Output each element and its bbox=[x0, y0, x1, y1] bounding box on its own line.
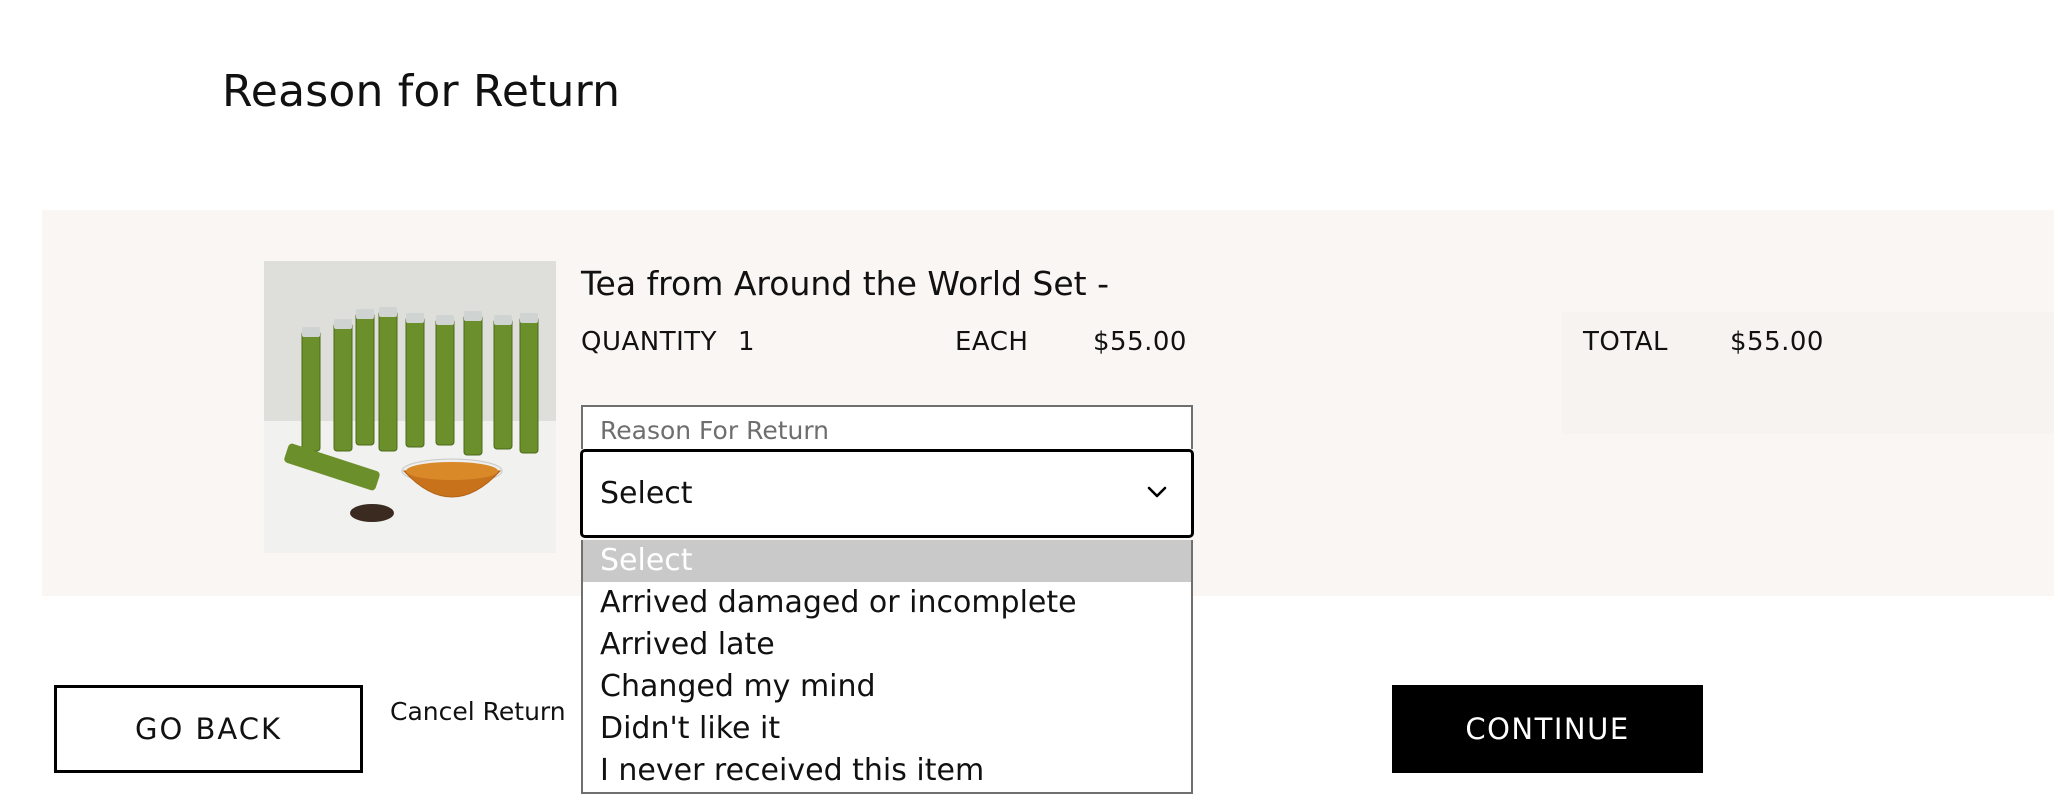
go-back-button[interactable]: GO BACK bbox=[54, 685, 363, 773]
reason-option-arrived-late[interactable]: Arrived late bbox=[583, 624, 1191, 666]
product-image bbox=[264, 261, 556, 553]
total-price: $55.00 bbox=[1730, 327, 1824, 357]
page-title: Reason for Return bbox=[222, 66, 621, 117]
reason-dropdown-list: Select Arrived damaged or incomplete Arr… bbox=[581, 540, 1193, 794]
reason-select-label-box: Reason For Return bbox=[581, 405, 1193, 449]
each-price: $55.00 bbox=[1093, 327, 1187, 357]
each-label: EACH bbox=[955, 327, 1029, 357]
chevron-down-icon bbox=[1147, 486, 1167, 498]
reason-option-select[interactable]: Select bbox=[583, 540, 1191, 582]
product-name: Tea from Around the World Set - bbox=[581, 264, 1110, 303]
reason-select-label: Reason For Return bbox=[600, 416, 830, 445]
reason-option-never-received[interactable]: I never received this item bbox=[583, 750, 1191, 792]
reason-option-arrived-damaged[interactable]: Arrived damaged or incomplete bbox=[583, 582, 1191, 624]
continue-button[interactable]: CONTINUE bbox=[1392, 685, 1703, 773]
total-label: TOTAL bbox=[1583, 327, 1668, 357]
reason-option-didnt-like[interactable]: Didn't like it bbox=[583, 708, 1191, 750]
quantity-label: QUANTITY bbox=[581, 327, 718, 357]
reason-select-value: Select bbox=[600, 476, 693, 511]
quantity-value: 1 bbox=[738, 327, 756, 357]
cancel-return-link[interactable]: Cancel Return bbox=[390, 697, 566, 726]
reason-option-changed-mind[interactable]: Changed my mind bbox=[583, 666, 1191, 708]
reason-select[interactable]: Select bbox=[580, 449, 1194, 538]
